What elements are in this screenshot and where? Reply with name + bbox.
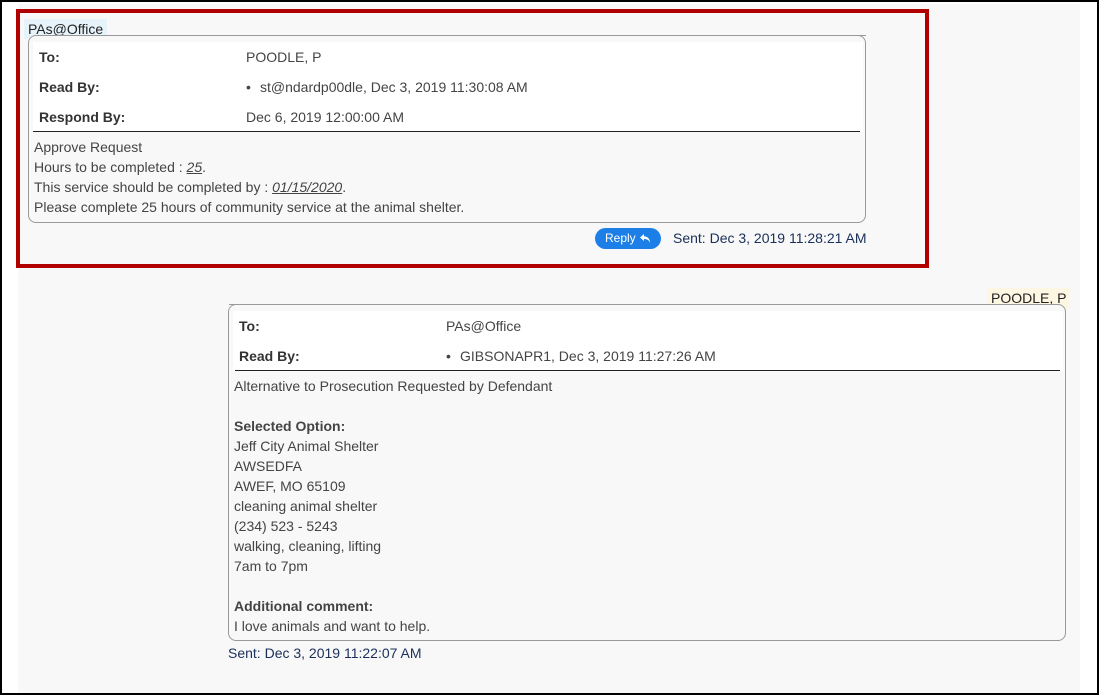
comment-text: I love animals and want to help.	[234, 618, 431, 634]
header-row-read-by: Read By: • st@ndardp00dle, Dec 3, 2019 11…	[29, 72, 865, 102]
hours-label: Hours to be completed :	[34, 159, 187, 175]
body-line: Alternative to Prosecution Requested by …	[234, 378, 553, 394]
respond-by-value: Dec 6, 2019 12:00:00 AM	[246, 109, 404, 125]
reply-label: Reply	[605, 231, 636, 245]
read-by-label: Read By:	[239, 348, 300, 364]
respond-by-label: Respond By:	[39, 109, 126, 125]
option-line: AWEF, MO 65109	[234, 478, 346, 494]
reply-icon	[639, 234, 650, 243]
read-by-value: • st@ndardp00dle, Dec 3, 2019 11:30:08 AM	[246, 72, 528, 102]
additional-comment-label: Additional comment:	[234, 598, 374, 614]
read-by-value: • GIBSONAPR1, Dec 3, 2019 11:27:26 AM	[446, 341, 716, 371]
to-value: PAs@Office	[446, 318, 522, 334]
message-box: To: PAs@Office Read By: • GIBSONAPR1, Dec…	[228, 304, 1066, 641]
option-line: Jeff City Animal Shelter	[234, 438, 379, 454]
message-body: Approve Request Hours to be completed : …	[34, 137, 854, 217]
selected-option-label: Selected Option:	[234, 418, 346, 434]
body-line: Approve Request	[34, 139, 143, 155]
option-line: (234) 523 - 5243	[234, 518, 338, 534]
body-line: Please complete 25 hours of community se…	[34, 199, 465, 215]
header-row-to: To: PAs@Office	[229, 311, 1065, 341]
to-label: To:	[39, 49, 60, 65]
header-separator	[235, 370, 1060, 371]
message-box: To: POODLE, P Read By: • st@ndardp00dle, …	[28, 35, 866, 223]
read-by-text: GIBSONAPR1, Dec 3, 2019 11:27:26 AM	[460, 348, 716, 364]
hours-line: Hours to be completed : 25.	[34, 159, 206, 175]
read-by-text: st@ndardp00dle, Dec 3, 2019 11:30:08 AM	[260, 79, 528, 95]
message-body: Alternative to Prosecution Requested by …	[234, 376, 1054, 636]
sent-timestamp: Sent: Dec 3, 2019 11:22:07 AM	[228, 645, 422, 661]
sent-timestamp: Sent: Dec 3, 2019 11:28:21 AM	[673, 230, 867, 246]
header-row-respond-by: Respond By: Dec 6, 2019 12:00:00 AM	[29, 102, 865, 132]
header-row-read-by: Read By: • GIBSONAPR1, Dec 3, 2019 11:27:…	[229, 341, 1065, 371]
header-separator	[33, 131, 860, 132]
completed-by-line: This service should be completed by : 01…	[34, 179, 347, 195]
completed-by-value: 01/15/2020	[272, 179, 343, 195]
option-line: cleaning animal shelter	[234, 498, 378, 514]
completed-by-label: This service should be completed by :	[34, 179, 273, 195]
to-label: To:	[239, 318, 260, 334]
header-row-to: To: POODLE, P	[29, 42, 865, 72]
option-line: walking, cleaning, lifting	[234, 538, 382, 554]
reply-button[interactable]: Reply	[595, 228, 661, 249]
option-line: AWSEDFA	[234, 458, 302, 474]
bullet-icon: •	[446, 348, 451, 364]
to-value: POODLE, P	[246, 49, 322, 65]
hours-value: 25	[186, 159, 203, 175]
option-line: 7am to 7pm	[234, 558, 308, 574]
read-by-label: Read By:	[39, 79, 100, 95]
bullet-icon: •	[246, 79, 251, 95]
